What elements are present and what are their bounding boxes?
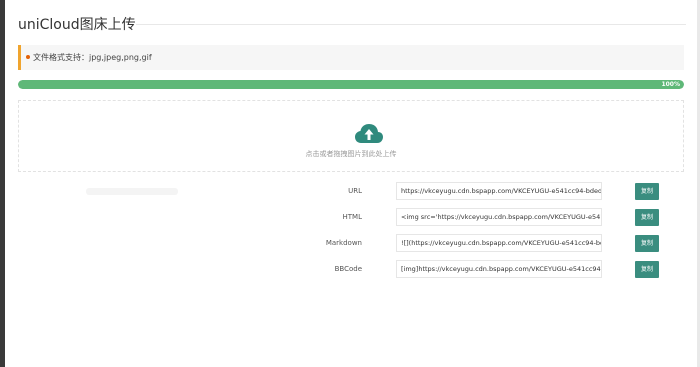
copy-html-button[interactable]: 复制: [635, 209, 659, 226]
copy-url-button[interactable]: 复制: [635, 183, 659, 200]
progress-fill: 100%: [18, 80, 684, 89]
markdown-field[interactable]: ![](https://vkceyugu.cdn.bspapp.com/VKCE…: [396, 234, 602, 252]
result-row-bbcode: BBCode [img]https://vkceyugu.cdn.bspapp.…: [0, 260, 700, 280]
upload-hint: 点击或者拖拽图片到此处上传: [305, 150, 397, 158]
html-label: HTML: [342, 213, 362, 221]
copy-markdown-button[interactable]: 复制: [635, 235, 659, 252]
upload-dropzone[interactable]: 点击或者拖拽图片到此处上传: [18, 100, 684, 172]
cloud-upload-icon: [355, 124, 383, 143]
header: uniCloud图床上传: [18, 14, 686, 34]
result-row-html: HTML <img src='https://vkceyugu.cdn.bspa…: [0, 208, 700, 228]
html-field[interactable]: <img src='https://vkceyugu.cdn.bspapp.co…: [396, 208, 602, 226]
url-field[interactable]: https://vkceyugu.cdn.bspapp.com/VKCEYUGU…: [396, 182, 602, 200]
progress-label: 100%: [661, 81, 680, 88]
markdown-label: Markdown: [325, 239, 362, 247]
format-notice: 文件格式支持：jpg,jpeg,png,gif: [18, 45, 684, 70]
result-row-markdown: Markdown ![](https://vkceyugu.cdn.bspapp…: [0, 234, 700, 254]
bbcode-field[interactable]: [img]https://vkceyugu.cdn.bspapp.com/VKC…: [396, 260, 602, 278]
result-row-url: URL https://vkceyugu.cdn.bspapp.com/VKCE…: [0, 182, 700, 202]
notice-text: 文件格式支持：jpg,jpeg,png,gif: [33, 53, 152, 62]
upload-progress-bar: 100%: [18, 80, 684, 89]
bullet-dot-icon: [26, 55, 30, 59]
page-title: uniCloud图床上传: [18, 17, 136, 33]
copy-bbcode-button[interactable]: 复制: [635, 261, 659, 278]
bbcode-label: BBCode: [334, 265, 362, 273]
url-label: URL: [348, 187, 362, 195]
title-divider: [136, 24, 686, 25]
